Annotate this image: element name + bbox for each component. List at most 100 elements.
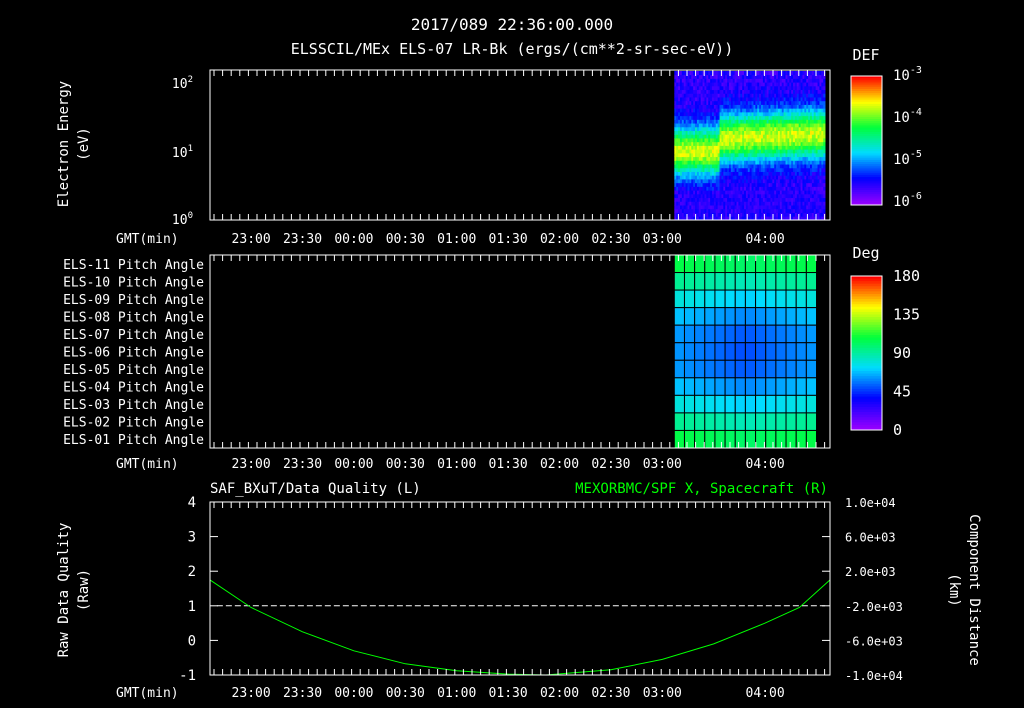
distance-tick-label: -6.0e+03	[845, 634, 903, 648]
spectrogram-cell	[823, 85, 826, 91]
pitch-cell	[734, 394, 746, 414]
pitch-cell	[704, 272, 716, 291]
pitch-cell	[694, 412, 706, 431]
distance-ylabel: Component Distance	[966, 514, 982, 666]
pitch-cell	[765, 377, 777, 396]
spectrogram-cell	[823, 149, 826, 154]
pitch-cell	[683, 359, 696, 379]
pitch-cell	[734, 254, 746, 274]
spectrogram-cell	[823, 104, 826, 109]
energy-tick-10: 101	[172, 144, 193, 161]
spectrogram-cell	[823, 167, 826, 172]
energy-y-ticks: 102 101 100	[172, 75, 193, 228]
pitch-cell	[704, 412, 716, 431]
spacecraft-x-line	[209, 579, 831, 676]
quality-distance-panel: SAF_BXuT/Data Quality (L) MEXORBMC/SPF X…	[56, 481, 982, 684]
time-tick-label: 23:30	[283, 457, 322, 472]
distance-tick-label: 1.0e+04	[845, 496, 896, 510]
spectrogram-cell	[823, 186, 826, 191]
pitch-cell	[795, 394, 807, 414]
spectrogram-cell	[823, 205, 826, 210]
pitch-cell	[744, 394, 757, 414]
pitch-cell	[694, 289, 706, 309]
deg-tick-label: 0	[893, 421, 902, 439]
left-series-title: SAF_BXuT/Data Quality (L)	[210, 481, 421, 497]
def-tick-1e-3: 10-3	[893, 65, 922, 84]
spectrogram-cell	[823, 152, 826, 158]
pitch-cell	[714, 254, 726, 274]
pitch-row-label: ELS-06 Pitch Angle	[63, 346, 204, 361]
time-tick-label: 23:30	[283, 232, 322, 247]
pitch-cell	[734, 342, 746, 361]
time-axis-label: GMT(min)	[116, 232, 179, 247]
quality-y-ticks: 4 3 2 1 0 -1	[179, 495, 218, 684]
deg-tick-label: 45	[893, 383, 911, 401]
pitch-cell	[744, 307, 757, 326]
pitch-cell	[775, 324, 787, 344]
pitch-cell	[734, 359, 746, 379]
spectrogram-cell	[823, 126, 826, 132]
pitch-cell	[714, 412, 726, 431]
quality-yunit: (Raw)	[76, 569, 92, 611]
pitch-cell	[795, 412, 807, 431]
time-tick-label: 03:00	[643, 457, 682, 472]
quality-tick-label: 4	[188, 495, 196, 511]
quality-tick-label: 3	[188, 530, 196, 546]
time-tick-label: 00:30	[386, 457, 425, 472]
spectrogram-cell	[823, 201, 826, 206]
pitch-cell	[673, 394, 685, 414]
pitch-cell	[744, 342, 757, 361]
spectrogram-cell	[823, 171, 826, 176]
spectrogram-cell	[823, 175, 826, 180]
time-tick-label: 00:00	[334, 457, 373, 472]
pitch-cell	[765, 324, 777, 344]
spectrogram-cell	[823, 156, 826, 161]
pitch-cell	[673, 272, 685, 291]
def-tick-1e-4: 10-4	[893, 107, 922, 126]
pitch-cell	[795, 359, 807, 379]
pitch-cell	[805, 412, 818, 431]
time-axis-label: GMT(min)	[116, 457, 179, 472]
pitch-cell	[734, 412, 746, 431]
pitch-cell	[683, 324, 696, 344]
pitch-row-label: ELS-08 Pitch Angle	[63, 310, 204, 325]
spectrogram-cell	[823, 145, 826, 150]
spectrogram-cell	[823, 138, 826, 143]
pitch-cell	[683, 342, 696, 361]
pitch-cell	[694, 324, 706, 344]
pitch-cell	[805, 359, 818, 379]
deg-tick-label: 180	[893, 267, 920, 285]
pitch-cell	[795, 272, 807, 291]
spectrogram-cell	[823, 82, 826, 87]
pitch-cell	[714, 342, 726, 361]
spectrogram-cell	[823, 93, 826, 98]
pitch-cell	[795, 289, 807, 309]
spectrogram-cell	[823, 115, 826, 120]
pitch-cell	[724, 359, 736, 379]
pitch-cell	[775, 272, 787, 291]
pitch-cell	[805, 342, 818, 361]
distance-yunit: (km)	[946, 573, 962, 607]
pitch-cell	[704, 289, 716, 309]
pitch-cell	[755, 289, 767, 309]
pitch-cell	[775, 429, 787, 449]
time-tick-label: 01:30	[489, 457, 528, 472]
time-tick-label: 02:30	[591, 457, 630, 472]
time-tick-label: 00:30	[386, 232, 425, 247]
spectrogram-cell	[823, 123, 826, 128]
time-tick-label: 23:00	[232, 686, 271, 701]
energy-ylabel: Electron Energy	[56, 81, 72, 207]
distance-tick-label: 2.0e+03	[845, 565, 896, 579]
pitch-cell	[765, 429, 777, 449]
pitch-cell	[734, 289, 746, 309]
time-tick-label: 03:00	[643, 686, 682, 701]
pitch-cell	[785, 412, 797, 431]
pitch-cell	[755, 342, 767, 361]
pitch-cell	[765, 272, 777, 291]
pitch-cell	[805, 289, 818, 309]
pitch-cell	[724, 324, 736, 344]
pitch-row-label: ELS-02 Pitch Angle	[63, 416, 204, 431]
header: 2017/089 22:36:00.000 ELSSCIL/MEx ELS-07…	[291, 15, 734, 58]
pitch-cell	[744, 289, 757, 309]
pitch-cell	[724, 272, 736, 291]
